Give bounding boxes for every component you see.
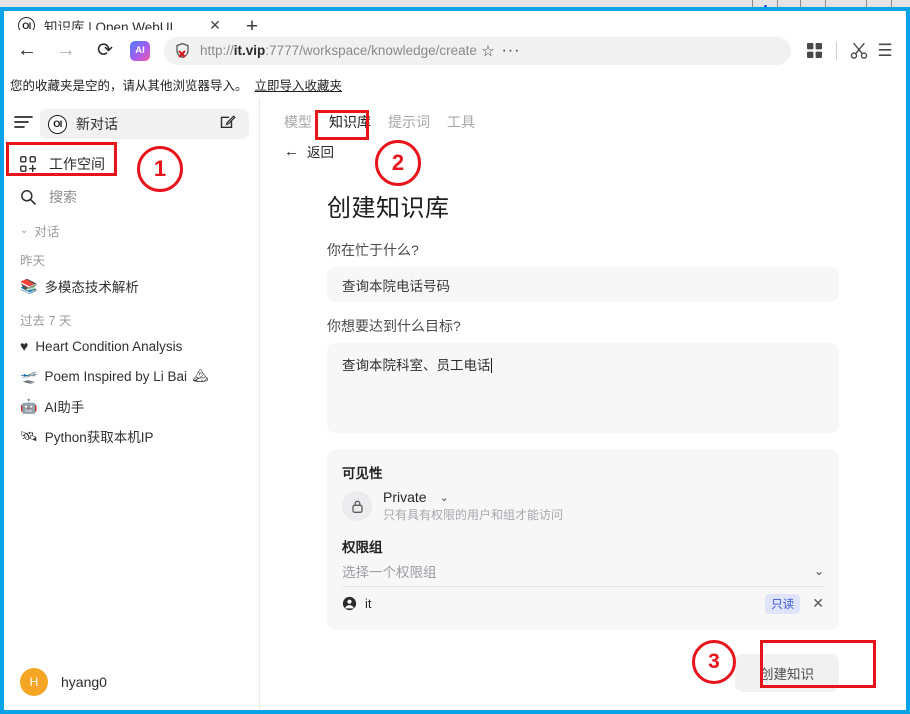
chat-emoji-icon: ♥ — [20, 338, 29, 354]
browser-nav-bar: ← → ⟳ AI http://it.vip:7777/workspace/kn… — [4, 30, 906, 71]
list-item[interactable]: 🛰 Python获取本机IP — [14, 422, 249, 450]
chat-title: Python获取本机IP — [44, 430, 154, 445]
create-knowledge-button[interactable]: 创建知识 — [735, 654, 839, 692]
access-control-card: 可见性 Private ⌄ 只有具有权限的用户和组才能访问 权限组 选择一个权限… — [327, 449, 839, 630]
sidebar-item-search-label: 搜索 — [49, 188, 77, 205]
forward-icon[interactable]: → — [51, 36, 81, 66]
search-icon — [20, 189, 42, 205]
chat-title: Heart Condition Analysis — [35, 338, 183, 354]
chat-title: Poem Inspired by Li Bai — [44, 368, 188, 384]
sidebar-user-name: hyang0 — [61, 674, 107, 690]
grid-apps-icon[interactable] — [801, 38, 827, 64]
visibility-label: 可见性 — [342, 466, 383, 481]
chat-title: AI助手 — [44, 400, 85, 415]
scissors-icon[interactable] — [846, 38, 872, 64]
sidebar-toggle-icon[interactable] — [14, 115, 36, 134]
chat-emoji-icon: 🛫 — [20, 367, 38, 384]
chat-group-label: 过去 7 天 — [20, 314, 72, 328]
visibility-value: Private — [383, 489, 427, 505]
omnibox-more-icon[interactable]: ··· — [499, 42, 523, 60]
toolbar-divider — [836, 41, 837, 60]
back-link-label: 返回 — [307, 145, 334, 160]
bookmarks-bar: 您的收藏夹是空的，请从其他浏览器导入。 立即导入收藏夹 — [4, 71, 906, 98]
annotation-step-3: 3 — [692, 640, 736, 684]
name-input[interactable]: 查询本院电话号码 — [327, 267, 839, 302]
chat-emoji-icon: 🤖 — [20, 397, 38, 414]
list-item[interactable]: ♥ Heart Condition Analysis — [14, 332, 249, 360]
goal-textarea[interactable]: 查询本院科室、员工电话 — [327, 343, 839, 433]
chevron-down-icon: ⌄ — [439, 491, 449, 504]
ai-assistant-icon[interactable]: AI — [130, 40, 150, 61]
access-group-select[interactable]: 选择一个权限组 ⌄ — [342, 556, 824, 587]
screenshot-root: OI 知识库 | Open WebUI ✕ + ← → ⟳ AI http://… — [0, 0, 910, 714]
reload-icon[interactable]: ⟳ — [90, 36, 120, 66]
goal-textarea-value: 查询本院科室、员工电话 — [342, 358, 491, 373]
avatar: H — [20, 668, 48, 696]
bookmark-star-icon[interactable]: ☆ — [477, 42, 499, 60]
new-chat-button[interactable]: OI 新对话 — [40, 109, 249, 139]
page-title: 创建知识库 — [327, 195, 450, 222]
tab-models[interactable]: 模型 — [284, 112, 312, 132]
address-bar[interactable]: http://it.vip:7777/workspace/knowledge/c… — [164, 36, 791, 65]
chat-emoji-icon: 📚 — [20, 277, 38, 294]
name-field-label: 你在忙于什么? — [327, 242, 419, 258]
tab-prompts[interactable]: 提示词 — [388, 112, 430, 132]
chat-emoji-icon: 🛰 — [20, 427, 38, 444]
openwebui-logo-icon: OI — [48, 114, 67, 134]
annotation-step-1: 1 — [137, 146, 183, 192]
back-link[interactable]: ← 返回 — [260, 132, 906, 161]
visibility-selector[interactable]: Private ⌄ 只有具有权限的用户和组才能访问 — [342, 489, 824, 523]
chat-group-label: 昨天 — [20, 254, 46, 268]
user-circle-icon — [342, 596, 357, 611]
back-icon[interactable]: ← — [12, 36, 42, 66]
visibility-description: 只有具有权限的用户和组才能访问 — [383, 508, 564, 522]
sidebar-item-workspace-label: 工作空间 — [49, 155, 105, 172]
tab-tools[interactable]: 工具 — [447, 112, 475, 132]
goal-field-label: 你想要达到什么目标? — [327, 318, 461, 334]
access-groups-label: 权限组 — [342, 540, 383, 555]
remove-member-icon[interactable]: ✕ — [812, 595, 824, 612]
hamburger-menu-icon[interactable]: ☰ — [872, 38, 898, 64]
status-badge[interactable]: 只读 — [765, 593, 801, 614]
main-content: 模型 知识库 提示词 工具 ← 返回 创建知识库 你在忙于什么? 查询本院电话号… — [260, 98, 906, 710]
list-item[interactable]: 📚 多模态技术解析 — [14, 272, 249, 300]
form-footer: 创建知识 — [327, 654, 839, 692]
chat-emoji-trailing-icon: 🏔 — [192, 368, 209, 383]
chevron-down-icon: ⌄ — [20, 225, 29, 236]
new-chat-label: 新对话 — [76, 116, 118, 132]
annotation-step-2: 2 — [375, 140, 421, 186]
chat-title: 多模态技术解析 — [44, 280, 139, 295]
tab-knowledge[interactable]: 知识库 — [329, 112, 371, 132]
shield-blocked-icon[interactable] — [174, 42, 191, 59]
sidebar-chats-section-label: 对话 — [34, 225, 60, 239]
chevron-down-icon: ⌄ — [813, 564, 824, 578]
import-bookmarks-link[interactable]: 立即导入收藏夹 — [255, 75, 343, 94]
workspace-tabs: 模型 知识库 提示词 工具 — [260, 98, 906, 132]
sidebar-user-button[interactable]: H hyang0 — [4, 662, 260, 702]
lock-icon — [342, 491, 372, 521]
page-viewport: OI 新对话 工作空间 搜索 ⌄ 对话 昨天 📚 多模态技术解析 过去 7 天 … — [4, 98, 906, 710]
table-row: it 只读 ✕ — [342, 587, 824, 620]
sidebar-chats-section-header[interactable]: ⌄ 对话 — [20, 221, 243, 240]
create-knowledge-form: 创建知识库 你在忙于什么? 查询本院电话号码 你想要达到什么目标? 查询本院科室… — [327, 188, 839, 692]
access-group-select-placeholder: 选择一个权限组 — [342, 565, 437, 580]
text-cursor — [490, 358, 492, 373]
workspace-grid-icon — [20, 155, 42, 172]
address-bar-url: http://it.vip:7777/workspace/knowledge/c… — [200, 43, 477, 58]
sidebar-item-search[interactable]: 搜索 — [14, 181, 249, 212]
list-item[interactable]: 🛫 Poem Inspired by Li Bai 🏔 — [14, 362, 249, 390]
member-name: it — [365, 596, 372, 611]
sidebar-header: OI 新对话 — [14, 107, 249, 141]
sidebar-item-workspace[interactable]: 工作空间 — [14, 148, 249, 179]
app-sidebar: OI 新对话 工作空间 搜索 ⌄ 对话 昨天 📚 多模态技术解析 过去 7 天 … — [4, 98, 260, 710]
bookmarks-empty-message: 您的收藏夹是空的，请从其他浏览器导入。 — [10, 79, 248, 93]
annotation-frame-top — [0, 7, 910, 11]
pencil-square-icon[interactable] — [219, 113, 241, 135]
arrow-left-icon: ← — [284, 142, 299, 160]
list-item[interactable]: 🤖 AI助手 — [14, 392, 249, 420]
